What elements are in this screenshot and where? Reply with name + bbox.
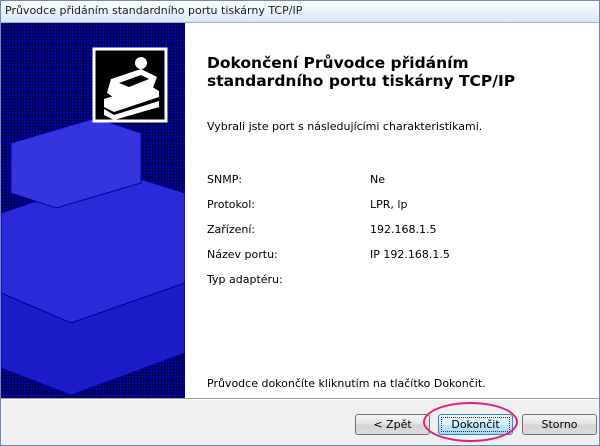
wizard-content: Dokončení Průvodce přidáním standardního… xyxy=(186,23,599,398)
cancel-button[interactable]: Storno xyxy=(522,414,597,435)
title-bar[interactable]: Průvodce přidáním standardního portu tis… xyxy=(1,1,599,23)
property-value: Ne xyxy=(370,173,385,186)
property-value: IP 192.168.1.5 xyxy=(370,248,450,261)
finish-instructions: Průvodce dokončíte kliknutím na tlačítko… xyxy=(207,377,486,390)
property-label: Zařízení: xyxy=(207,223,256,236)
property-value: 192.168.1.5 xyxy=(370,223,437,236)
intro-text: Vybrali jste port s následujícími charak… xyxy=(207,120,483,133)
property-value: LPR, lp xyxy=(370,198,408,211)
window-title: Průvodce přidáním standardního portu tis… xyxy=(5,4,303,17)
printer-port-icon xyxy=(1,47,185,396)
wizard-window: Průvodce přidáním standardního portu tis… xyxy=(0,0,600,446)
page-title: Dokončení Průvodce přidáním standardního… xyxy=(207,54,516,90)
highlight-circle xyxy=(423,402,518,442)
property-label: Typ adaptéru: xyxy=(207,273,283,286)
back-button[interactable]: < Zpět xyxy=(355,414,430,435)
wizard-sidebar xyxy=(1,23,185,398)
property-label: Název portu: xyxy=(207,248,278,261)
property-label: Protokol: xyxy=(207,198,255,211)
property-label: SNMP: xyxy=(207,173,243,186)
